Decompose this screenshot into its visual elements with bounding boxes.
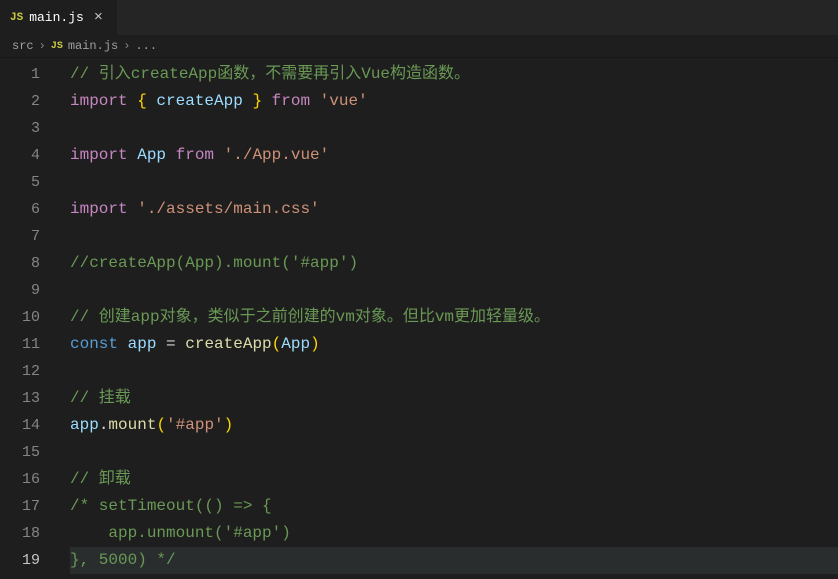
line-number: 7 bbox=[0, 223, 40, 250]
line-number: 13 bbox=[0, 385, 40, 412]
code-line: // 引入createApp函数，不需要再引入Vue构造函数。 bbox=[70, 61, 838, 88]
tab-label: main.js bbox=[29, 10, 84, 25]
code-line bbox=[70, 358, 838, 385]
line-gutter: 1 2 3 4 5 6 7 8 9 10 11 12 13 14 15 16 1… bbox=[0, 61, 58, 574]
line-number: 15 bbox=[0, 439, 40, 466]
line-number: 18 bbox=[0, 520, 40, 547]
js-file-icon: JS bbox=[10, 12, 23, 24]
code-editor[interactable]: 1 2 3 4 5 6 7 8 9 10 11 12 13 14 15 16 1… bbox=[0, 57, 838, 574]
line-number: 12 bbox=[0, 358, 40, 385]
line-number: 17 bbox=[0, 493, 40, 520]
line-number: 4 bbox=[0, 142, 40, 169]
code-line bbox=[70, 169, 838, 196]
code-line: // 挂载 bbox=[70, 385, 838, 412]
code-line: app.mount('#app') bbox=[70, 412, 838, 439]
line-number: 9 bbox=[0, 277, 40, 304]
code-line bbox=[70, 223, 838, 250]
line-number: 16 bbox=[0, 466, 40, 493]
breadcrumb[interactable]: src › JS main.js › ... bbox=[0, 35, 838, 57]
tab-bar: JS main.js × bbox=[0, 0, 838, 35]
code-line bbox=[70, 439, 838, 466]
line-number: 11 bbox=[0, 331, 40, 358]
code-line: // 卸载 bbox=[70, 466, 838, 493]
code-line: import { createApp } from 'vue' bbox=[70, 88, 838, 115]
code-line: import './assets/main.css' bbox=[70, 196, 838, 223]
line-number: 2 bbox=[0, 88, 40, 115]
code-line: /* setTimeout(() => { bbox=[70, 493, 838, 520]
breadcrumb-ellipsis: ... bbox=[135, 39, 157, 53]
line-number: 14 bbox=[0, 412, 40, 439]
code-line: const app = createApp(App) bbox=[70, 331, 838, 358]
js-file-icon: JS bbox=[51, 41, 63, 52]
breadcrumb-folder: src bbox=[12, 39, 34, 53]
line-number: 5 bbox=[0, 169, 40, 196]
code-line: import App from './App.vue' bbox=[70, 142, 838, 169]
code-line: //createApp(App).mount('#app') bbox=[70, 250, 838, 277]
code-content[interactable]: // 引入createApp函数，不需要再引入Vue构造函数。 import {… bbox=[58, 61, 838, 574]
code-line: }, 5000) */ bbox=[70, 547, 838, 574]
line-number: 1 bbox=[0, 61, 40, 88]
chevron-right-icon: › bbox=[123, 39, 130, 53]
code-line: app.unmount('#app') bbox=[70, 520, 838, 547]
line-number: 6 bbox=[0, 196, 40, 223]
close-icon[interactable]: × bbox=[90, 7, 107, 28]
tab-main-js[interactable]: JS main.js × bbox=[0, 0, 118, 35]
chevron-right-icon: › bbox=[39, 39, 46, 53]
code-line bbox=[70, 277, 838, 304]
breadcrumb-file: main.js bbox=[68, 39, 118, 53]
line-number: 3 bbox=[0, 115, 40, 142]
code-line bbox=[70, 115, 838, 142]
code-line: // 创建app对象，类似于之前创建的vm对象。但比vm更加轻量级。 bbox=[70, 304, 838, 331]
line-number: 10 bbox=[0, 304, 40, 331]
line-number: 8 bbox=[0, 250, 40, 277]
line-number: 19 bbox=[0, 547, 40, 574]
